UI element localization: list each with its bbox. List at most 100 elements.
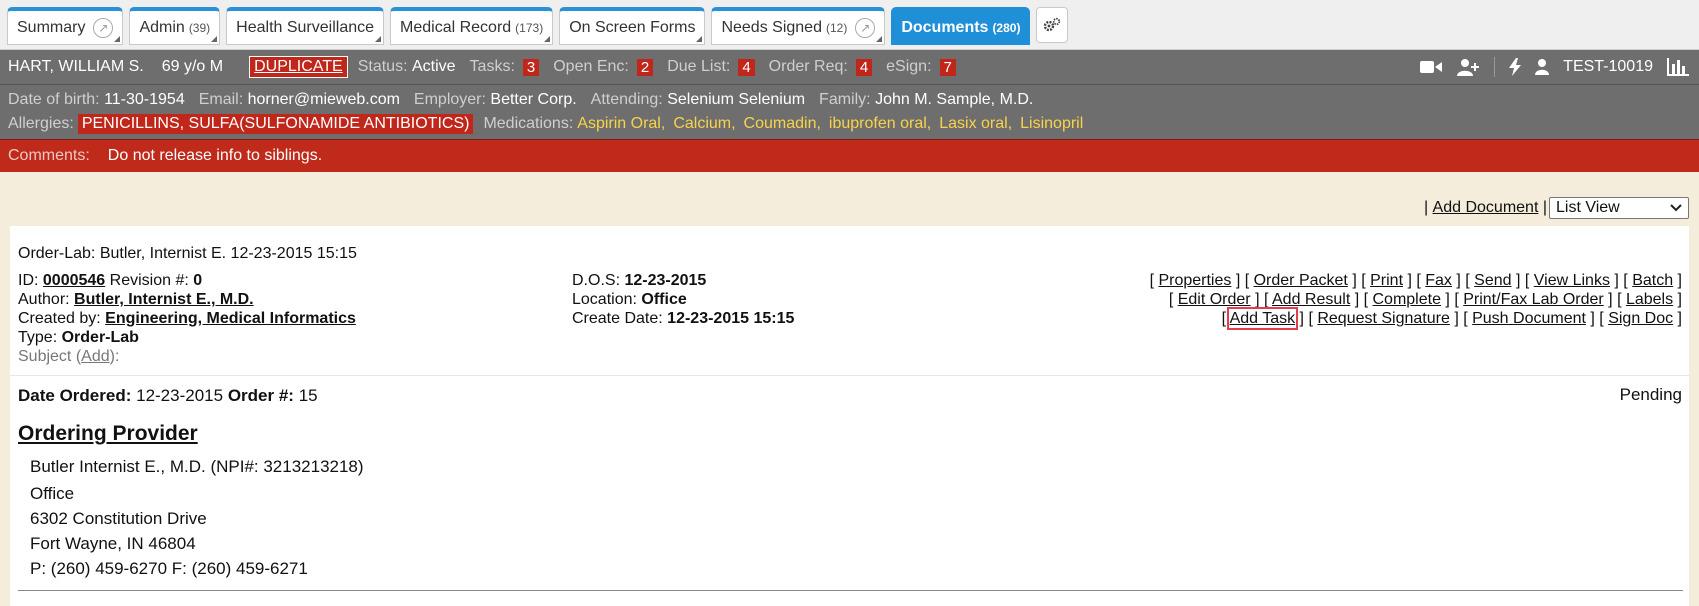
bracket: [ <box>1361 272 1371 289</box>
bar-chart-icon[interactable] <box>1667 58 1689 76</box>
allergies-value: PENICILLINS, SULFA(SULFONAMIDE ANTIBIOTI… <box>77 114 474 134</box>
tab-count: (12) <box>825 20 848 35</box>
subject-add-link[interactable]: Add <box>81 348 109 365</box>
bracket: [ <box>1617 291 1626 308</box>
edit-order-link[interactable]: Edit Order <box>1178 291 1251 308</box>
created-by-label: Created by: <box>18 310 101 327</box>
patient-row-main: HART, WILLIAM S. 69 y/o M DUPLICATE Stat… <box>0 50 1699 85</box>
subject-label-end: ): <box>109 348 120 365</box>
print-link[interactable]: Print <box>1370 272 1403 289</box>
bracket: [ <box>1463 310 1473 327</box>
add-result-link[interactable]: Add Result <box>1272 291 1350 308</box>
tab-label: Medical Record <box>400 18 512 36</box>
send-link[interactable]: Send <box>1474 272 1511 289</box>
tab-needs-signed[interactable]: Needs Signed (12) ↗ <box>711 7 886 45</box>
tab-corner-icon <box>544 36 551 42</box>
divider <box>18 590 1683 591</box>
bracket: [ <box>1454 291 1464 308</box>
open-external-icon[interactable]: ↗ <box>855 17 876 38</box>
provider-line: Butler Internist E., M.D. (NPI#: 3213213… <box>30 457 364 476</box>
request-signature-link[interactable]: Request Signature <box>1317 310 1450 327</box>
bracket: ] <box>1449 310 1464 327</box>
due-list-badge[interactable]: 4 <box>738 58 755 76</box>
tab-summary[interactable]: Summary ↗ <box>7 7 124 45</box>
add-document-link[interactable]: Add Document <box>1433 199 1539 217</box>
tab-medical-record[interactable]: Medical Record (173) <box>390 7 554 45</box>
create-date-label: Create Date: <box>572 310 663 327</box>
separator: | <box>1538 199 1547 216</box>
order-req-label: Order Req: <box>768 58 848 75</box>
revision-label: Revision #: <box>109 272 189 289</box>
tab-health-surveillance[interactable]: Health Surveillance <box>226 7 385 45</box>
medication-link[interactable]: Coumadin, <box>744 115 821 132</box>
user-icon <box>1535 59 1550 75</box>
batch-link[interactable]: Batch <box>1632 272 1673 289</box>
tab-admin[interactable]: Admin (39) <box>129 7 221 45</box>
comments-text: Do not release info to siblings. <box>107 147 323 164</box>
video-camera-icon[interactable] <box>1420 59 1443 75</box>
tab-count: (280) <box>992 20 1021 35</box>
labels-link[interactable]: Labels <box>1626 291 1673 308</box>
document-id-link[interactable]: 0000546 <box>43 272 105 289</box>
print-fax-lab-order-link[interactable]: Print/Fax Lab Order <box>1463 291 1604 308</box>
tab-on-screen-forms[interactable]: On Screen Forms <box>559 7 706 45</box>
patient-name: HART, WILLIAM S. <box>8 58 144 75</box>
push-document-link[interactable]: Push Document <box>1472 310 1586 327</box>
created-by-link[interactable]: Engineering, Medical Informatics <box>105 310 356 327</box>
tab-corner-icon <box>211 36 218 42</box>
duplicate-badge[interactable]: DUPLICATE <box>249 56 348 78</box>
dos-label: D.O.S: <box>572 272 621 289</box>
patient-age: 69 y/o M <box>161 58 224 75</box>
family-value: John M. Sample, M.D. <box>875 91 1034 108</box>
document-title: Order-Lab: Butler, Internist E. 12-23-20… <box>18 245 357 262</box>
medication-link[interactable]: Lasix oral, <box>939 115 1012 132</box>
add-task-link[interactable]: Add Task <box>1226 307 1299 330</box>
open-enc-badge[interactable]: 2 <box>636 58 654 76</box>
tab-count: (39) <box>188 20 211 35</box>
view-select[interactable]: List View <box>1549 197 1689 219</box>
dob-label: Date of birth: <box>8 91 100 108</box>
medication-link[interactable]: ibuprofen oral, <box>829 115 931 132</box>
medication-link[interactable]: Aspirin Oral, <box>577 115 665 132</box>
open-external-icon[interactable]: ↗ <box>93 17 114 38</box>
bracket: ] <box>1585 310 1600 327</box>
tab-corner-icon <box>876 36 883 42</box>
bracket: ] <box>1673 310 1682 327</box>
date-ordered-value: 12-23-2015 <box>136 386 224 405</box>
banner-right-tools: TEST-10019 <box>1420 57 1699 77</box>
tab-settings-gear[interactable] <box>1036 7 1069 43</box>
bracket: ] <box>1609 272 1624 289</box>
dos-value: 12-23-2015 <box>624 272 707 289</box>
add-user-icon[interactable] <box>1456 58 1480 76</box>
current-user[interactable]: TEST-10019 <box>1563 58 1653 76</box>
properties-link[interactable]: Properties <box>1158 272 1231 289</box>
gear-icon <box>1044 17 1061 32</box>
email-label: Email: <box>198 91 244 108</box>
order-req-badge[interactable]: 4 <box>855 58 873 76</box>
medication-link[interactable]: Lisinopril <box>1020 115 1083 132</box>
complete-link[interactable]: Complete <box>1373 291 1441 308</box>
email-value: horner@mieweb.com <box>247 91 400 108</box>
bracket: [ <box>1623 272 1633 289</box>
provider-line: Office <box>30 484 75 503</box>
tasks-badge[interactable]: 3 <box>522 58 540 76</box>
tab-documents[interactable]: Documents (280) <box>891 7 1031 45</box>
lightning-icon[interactable] <box>1509 58 1522 76</box>
sign-doc-link[interactable]: Sign Doc <box>1608 310 1673 327</box>
view-links-link[interactable]: View Links <box>1534 272 1610 289</box>
bracket: [ <box>1363 291 1373 308</box>
bracket: ] <box>1603 291 1618 308</box>
tab-bar: Summary ↗ Admin (39) Health Surveillance Medi… <box>0 0 1699 50</box>
author-label: Author: <box>18 291 70 308</box>
order-number-label: Order #: <box>227 386 294 405</box>
divider <box>10 375 1689 376</box>
fax-link[interactable]: Fax <box>1425 272 1452 289</box>
order-packet-link[interactable]: Order Packet <box>1254 272 1348 289</box>
author-link[interactable]: Butler, Internist E., M.D. <box>74 291 254 308</box>
toolbar-divider <box>1494 57 1496 77</box>
bracket: [ <box>1524 272 1534 289</box>
esign-badge[interactable]: 7 <box>939 58 956 76</box>
medication-link[interactable]: Calcium, <box>673 115 735 132</box>
tab-corner-icon <box>696 36 703 42</box>
location-label: Location: <box>572 291 637 308</box>
